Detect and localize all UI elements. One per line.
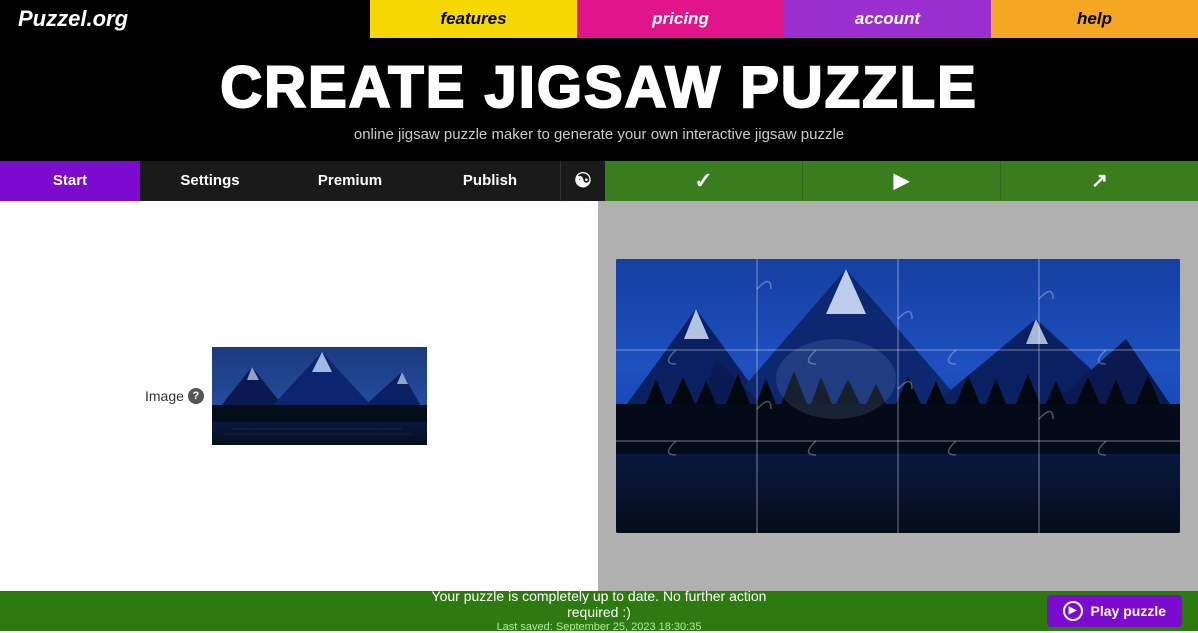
status-main-text: Your puzzle is completely up to date. No… bbox=[405, 588, 794, 620]
puzzle-grid-svg bbox=[616, 259, 1180, 533]
tab-publish[interactable]: Publish bbox=[420, 161, 560, 201]
play-puzzle-button[interactable]: ▶ Play puzzle bbox=[1047, 595, 1182, 627]
logo-area: Puzzel.org bbox=[0, 0, 370, 38]
image-label: Image ? bbox=[145, 388, 204, 404]
left-panel: Image ? bbox=[0, 201, 598, 591]
thumbnail-image bbox=[212, 347, 427, 445]
tab-settings[interactable]: Settings bbox=[140, 161, 280, 201]
tab-play-icon[interactable]: ▶ bbox=[802, 161, 1000, 201]
image-label-text: Image bbox=[145, 388, 184, 404]
thumbnail-scene bbox=[212, 347, 427, 445]
page-subtitle: online jigsaw puzzle maker to generate y… bbox=[0, 126, 1198, 143]
site-logo[interactable]: Puzzel.org bbox=[18, 6, 128, 32]
nav-help[interactable]: help bbox=[991, 0, 1198, 38]
page-title: CREATE JIGSAW PUZZLE bbox=[0, 56, 1198, 120]
puzzle-container bbox=[616, 259, 1180, 533]
top-nav: Puzzel.org features pricing account help bbox=[0, 0, 1198, 38]
tab-share-icon[interactable]: ↗ bbox=[1000, 161, 1198, 201]
nav-pricing[interactable]: pricing bbox=[577, 0, 784, 38]
right-panel bbox=[598, 201, 1198, 591]
play-button-area: ▶ Play puzzle bbox=[793, 595, 1182, 627]
hero-section: CREATE JIGSAW PUZZLE online jigsaw puzzl… bbox=[0, 38, 1198, 161]
nav-features[interactable]: features bbox=[370, 0, 577, 38]
tab-premium[interactable]: Premium bbox=[280, 161, 420, 201]
nav-account[interactable]: account bbox=[784, 0, 991, 38]
puzzle-image bbox=[616, 259, 1180, 533]
play-button-label: Play puzzle bbox=[1091, 603, 1166, 619]
status-saved-text: Last saved: September 25, 2023 18:30:35 bbox=[405, 621, 794, 633]
tab-start[interactable]: Start bbox=[0, 161, 140, 201]
tab-check-icon[interactable]: ✓ bbox=[605, 161, 802, 201]
status-message: Your puzzle is completely up to date. No… bbox=[405, 588, 794, 633]
tab-bar: Start Settings Premium Publish ☯ ✓ ▶ ↗ bbox=[0, 161, 1198, 201]
image-help-icon[interactable]: ? bbox=[188, 388, 204, 404]
tab-yinyang-icon[interactable]: ☯ bbox=[560, 161, 605, 201]
play-button-icon: ▶ bbox=[1063, 601, 1083, 621]
main-content: Image ? bbox=[0, 201, 1198, 591]
